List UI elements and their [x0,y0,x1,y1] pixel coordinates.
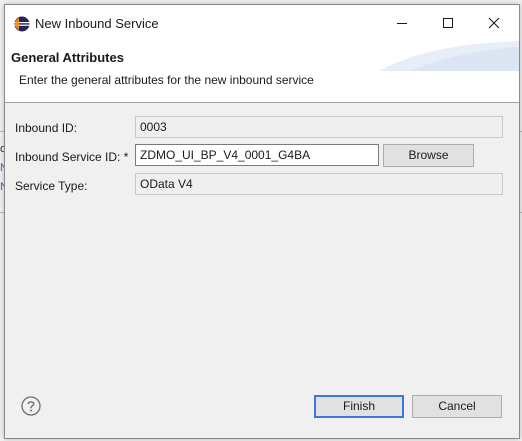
finish-button[interactable]: Finish [314,395,404,418]
service-type-label: Service Type: [15,179,88,193]
inbound-id-label: Inbound ID: [15,121,78,135]
banner-decoration [379,41,519,71]
banner-separator [5,102,519,103]
inbound-id-field: 0003 [135,116,503,138]
maximize-icon [443,18,453,28]
wizard-banner: General Attributes Enter the general att… [5,41,519,103]
inbound-service-id-label: Inbound Service ID: * [15,150,129,164]
minimize-icon [397,23,407,24]
cancel-button[interactable]: Cancel [412,395,502,418]
close-icon [488,17,500,29]
help-icon[interactable] [21,396,41,416]
new-inbound-service-dialog: New Inbound Service General Attributes E… [4,4,520,439]
page-description: Enter the general attributes for the new… [19,73,314,87]
window-title: New Inbound Service [35,16,159,31]
page-title: General Attributes [11,50,124,65]
minimize-button[interactable] [379,5,425,41]
inbound-service-id-input[interactable]: ZDMO_UI_BP_V4_0001_G4BA [135,144,379,166]
maximize-button[interactable] [425,5,471,41]
browse-button[interactable]: Browse [383,144,474,167]
service-type-field: OData V4 [135,173,503,195]
eclipse-icon [14,16,30,32]
title-bar: New Inbound Service [5,5,519,41]
close-button[interactable] [471,5,517,41]
